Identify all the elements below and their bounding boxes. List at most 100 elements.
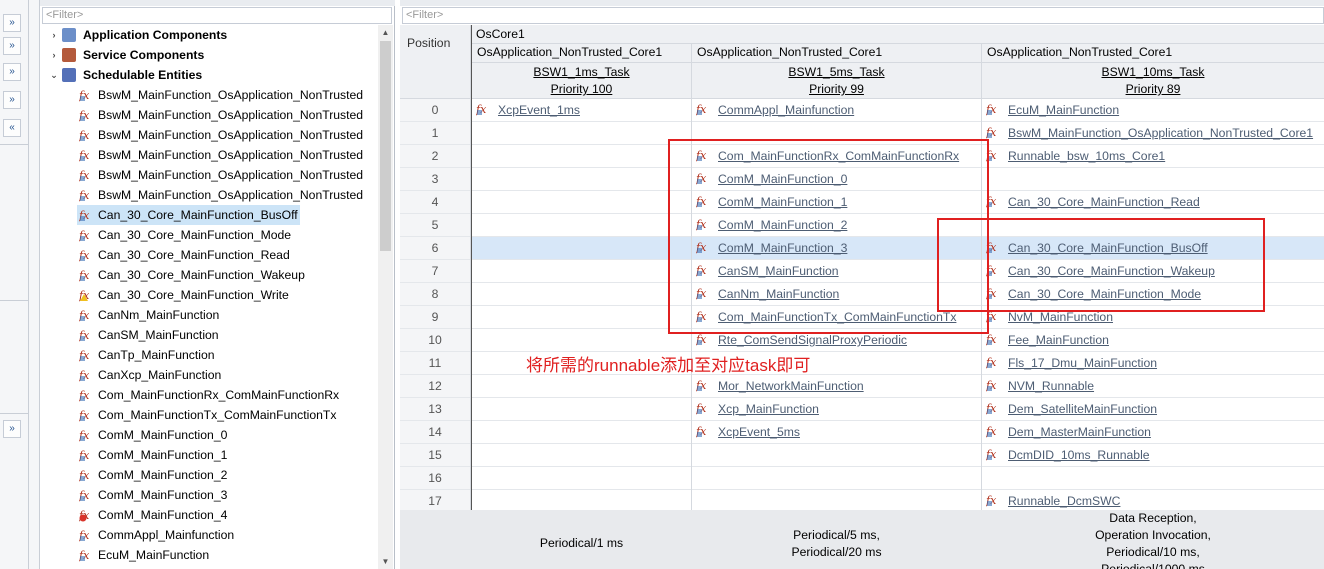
runnable-warning-icon: fx — [78, 288, 93, 302]
tree-item[interactable]: fx Can_30_Core_MainFunction_Read — [77, 245, 292, 265]
runnable-label: Rte_ComSendSignalProxyPeriodic — [718, 333, 908, 347]
tree-item[interactable]: fx CanNm_MainFunction — [77, 305, 221, 325]
position-cell: 16 — [400, 467, 470, 490]
tree-item[interactable]: fx Com_MainFunctionRx_ComMainFunctionRx — [77, 385, 341, 405]
position-cell: 4 — [400, 191, 470, 214]
collapse-icon[interactable]: » — [3, 420, 21, 438]
tree-item[interactable]: fx BswM_MainFunction_OsApplication_NonTru… — [77, 105, 365, 125]
chevron-right-icon[interactable]: › — [48, 45, 60, 65]
scroll-thumb[interactable] — [380, 41, 391, 251]
grid-row — [472, 375, 1324, 398]
scroll-up-icon[interactable]: ▲ — [378, 25, 393, 40]
runnable-icon: fx — [78, 208, 93, 222]
mapped-runnable[interactable]: fx Runnable_bsw_10ms_Core1 — [985, 145, 1165, 168]
tree-item[interactable]: fx ComM_MainFunction_3 — [77, 485, 229, 505]
tree-item[interactable]: fx BswM_MainFunction_OsApplication_NonTru… — [77, 125, 365, 145]
runnable-icon: fx — [695, 423, 710, 438]
tree-item[interactable]: fx BswM_MainFunction_OsApplication_NonTru… — [77, 85, 365, 105]
tree-item[interactable]: fx Can_30_Core_MainFunction_Mode — [77, 225, 293, 245]
tree-item[interactable]: fx ComM_MainFunction_2 — [77, 465, 229, 485]
collapse-icon[interactable]: » — [3, 91, 21, 109]
tree-category-label: Service Components — [83, 48, 205, 62]
tree-filter-input[interactable]: <Filter> — [42, 7, 392, 24]
mapped-runnable[interactable]: fx NVM_Runnable — [985, 375, 1094, 398]
tree-item[interactable]: fx CanXcp_MainFunction — [77, 365, 223, 385]
collapse-icon[interactable]: » — [3, 37, 21, 55]
mapped-runnable[interactable]: fx Mor_NetworkMainFunction — [695, 375, 864, 398]
task-priority: Priority 100 — [472, 81, 691, 98]
tree-item-label: BswM_MainFunction_OsApplication_NonTrust… — [98, 108, 364, 122]
tree-category[interactable]: ⌄ Schedulable Entities — [48, 65, 378, 85]
runnable-icon: fx — [985, 423, 1000, 438]
position-cell: 15 — [400, 444, 470, 467]
tree-scrollbar[interactable]: ▲ ▼ — [378, 25, 393, 569]
mapped-runnable[interactable]: fx XcpEvent_5ms — [695, 421, 800, 444]
mapped-runnable[interactable]: fx BswM_MainFunction_OsApplication_NonTru… — [985, 122, 1313, 145]
mapped-runnable[interactable]: fx Fee_MainFunction — [985, 329, 1109, 352]
activation-line: Periodical/20 ms — [791, 545, 882, 559]
task-header[interactable]: BSW1_1ms_Task — [472, 64, 691, 81]
mapped-runnable[interactable]: fx CommAppl_Mainfunction — [695, 99, 855, 122]
expand-icon[interactable]: « — [3, 119, 21, 137]
mapped-runnable[interactable]: fx Dem_SatelliteMainFunction — [985, 398, 1157, 421]
tree-item[interactable]: fx BswM_MainFunction_OsApplication_NonTru… — [77, 145, 365, 165]
runnable-label: Runnable_DcmSWC — [1008, 494, 1121, 508]
runnable-icon: fx — [695, 101, 710, 116]
tree-item[interactable]: fx ComM_MainFunction_4 — [77, 505, 229, 525]
os-application-header: OsApplication_NonTrusted_Core1 — [987, 45, 1173, 59]
runnable-label: DcmDID_10ms_Runnable — [1008, 448, 1150, 462]
collapse-icon[interactable]: » — [3, 63, 21, 81]
tree-item[interactable]: fx Can_30_Core_MainFunction_Write — [77, 285, 291, 305]
mapped-runnable[interactable]: fx EcuM_MainFunction — [985, 99, 1119, 122]
tree-category[interactable]: › Service Components — [48, 45, 378, 65]
tree-item[interactable]: fx BswM_MainFunction_OsApplication_NonTru… — [77, 165, 365, 185]
folder-icon — [62, 28, 76, 42]
chevron-right-icon[interactable]: › — [48, 25, 60, 45]
tree-item[interactable]: fx CanTp_MainFunction — [77, 345, 217, 365]
os-application-header: OsApplication_NonTrusted_Core1 — [477, 45, 663, 59]
mapped-runnable[interactable]: fx XcpEvent_1ms — [475, 99, 580, 122]
tree-item[interactable]: fx Com_MainFunctionTx_ComMainFunctionTx — [77, 405, 338, 425]
runnable-icon: fx — [78, 128, 93, 142]
mapped-runnable[interactable]: fx Fls_17_Dmu_MainFunction — [985, 352, 1157, 375]
activation-line: Data Reception, — [1109, 511, 1197, 525]
runnable-icon: fx — [78, 328, 93, 342]
tree-item-label: BswM_MainFunction_OsApplication_NonTrust… — [98, 188, 364, 202]
position-cell: 11 — [400, 352, 470, 375]
runnable-icon: fx — [985, 377, 1000, 392]
tree-category[interactable]: › Application Components — [48, 25, 378, 45]
tree-item[interactable]: fx ComM_MainFunction_1 — [77, 445, 229, 465]
runnable-icon: fx — [78, 468, 93, 482]
runnable-icon: fx — [78, 148, 93, 162]
activation-line: Operation Invocation, — [1095, 528, 1211, 542]
tree-item[interactable]: fx CanSM_MainFunction — [77, 325, 221, 345]
runnable-label: CommAppl_Mainfunction — [718, 103, 855, 117]
task-header[interactable]: BSW1_5ms_Task — [692, 64, 981, 81]
mapped-runnable[interactable]: fx Xcp_MainFunction — [695, 398, 819, 421]
runnable-icon: fx — [985, 101, 1000, 116]
tree-item[interactable]: fx Can_30_Core_MainFunction_Wakeup — [77, 265, 307, 285]
mapped-runnable[interactable]: fx DcmDID_10ms_Runnable — [985, 444, 1150, 467]
tree-item[interactable]: fx CommAppl_Mainfunction — [77, 525, 236, 545]
grid-filter-input[interactable]: <Filter> — [402, 7, 1324, 24]
chevron-down-icon[interactable]: ⌄ — [48, 65, 60, 85]
mapped-runnable[interactable]: fx Can_30_Core_MainFunction_Read — [985, 191, 1200, 214]
position-cell: 12 — [400, 375, 470, 398]
task-header[interactable]: BSW1_10ms_Task — [982, 64, 1324, 81]
runnable-icon: fx — [78, 268, 93, 282]
runnable-icon: fx — [985, 492, 1000, 507]
runnable-icon: fx — [78, 428, 93, 442]
mapped-runnable[interactable]: fx Dem_MasterMainFunction — [985, 421, 1151, 444]
runnable-icon: fx — [78, 228, 93, 242]
scroll-down-icon[interactable]: ▼ — [378, 554, 393, 569]
tree-category-label: Schedulable Entities — [83, 68, 203, 82]
tree-item[interactable]: fx ComM_MainFunction_0 — [77, 425, 229, 445]
runnable-icon: fx — [78, 488, 93, 502]
task-activation-info: Periodical/5 ms, Periodical/20 ms — [692, 527, 981, 561]
tree-item[interactable]: fx EcuM_MainFunction — [77, 545, 211, 565]
tree-item[interactable]: fx Can_30_Core_MainFunction_BusOff — [77, 205, 300, 225]
grid-row — [472, 398, 1324, 421]
activation-line: Periodical/10 ms, — [1106, 545, 1200, 559]
collapse-icon[interactable]: » — [3, 14, 21, 32]
tree-item[interactable]: fx BswM_MainFunction_OsApplication_NonTru… — [77, 185, 365, 205]
